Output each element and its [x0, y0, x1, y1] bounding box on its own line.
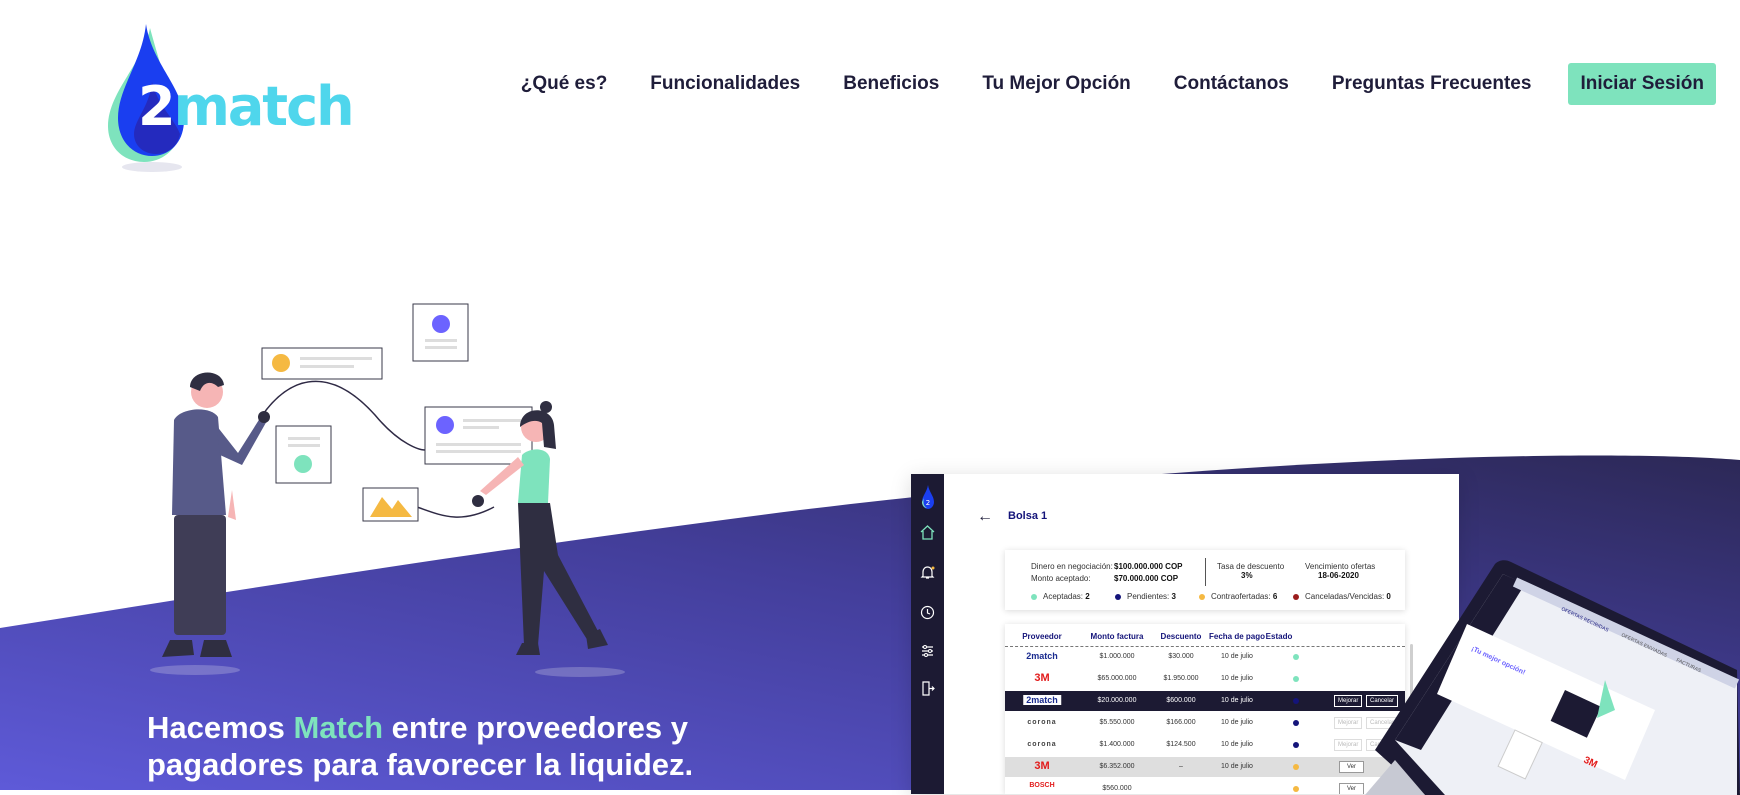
provider-logo: corona: [1027, 719, 1057, 726]
cell-discount: –: [1179, 763, 1183, 770]
view-button[interactable]: Ver: [1339, 783, 1365, 794]
table-row[interactable]: BOSCH $560.000 Ver: [1005, 779, 1405, 794]
cell-amount: $560.000: [1102, 785, 1132, 792]
status-dot: [1293, 676, 1299, 682]
provider-logo: 2match: [1023, 695, 1061, 705]
col-monto: Monto factura: [1090, 632, 1144, 641]
summary-divider: [1205, 558, 1206, 586]
cell-discount: $124.500: [1166, 741, 1196, 748]
invoices-table: Proveedor Monto factura Descuento Fecha …: [1005, 624, 1413, 794]
nav-link-funcionalidades[interactable]: Funcionalidades: [650, 73, 800, 95]
hero-line-2: pagadores para favorecer la liquidez.: [147, 747, 694, 782]
status-dot: [1293, 764, 1299, 770]
status-dot: [1293, 720, 1299, 726]
cell-date: 10 de julio: [1221, 719, 1253, 726]
provider-logo: 2match: [1026, 651, 1058, 661]
logout-icon: [922, 681, 935, 696]
accepted-value: $70.000.000 COP: [1114, 574, 1179, 583]
app-logo-icon: 2: [922, 485, 934, 509]
cell-amount: $1.000.000: [1099, 653, 1135, 660]
view-button[interactable]: Ver: [1339, 761, 1365, 773]
col-proveedor: Proveedor: [1022, 632, 1062, 641]
nav-link-preguntas-frecuentes[interactable]: Preguntas Frecuentes: [1332, 73, 1532, 95]
summary-card: Dinero en negociación: $100.000.000 COP …: [1005, 550, 1405, 610]
svg-text:2: 2: [926, 499, 930, 507]
cell-amount: $65.000.000: [1097, 675, 1137, 682]
status-dot: [1199, 593, 1205, 600]
cell-date: 10 de julio: [1221, 763, 1253, 770]
provider-logo: BOSCH: [1029, 782, 1055, 789]
table-row[interactable]: 3M $65.000.000 $1.950.000 10 de julio: [1005, 669, 1405, 689]
status-accepted: Aceptadas: 2: [1031, 592, 1090, 601]
hero-highlight-match: Match: [293, 710, 384, 745]
status-dot: [1293, 593, 1299, 600]
hero-headline: Hacemos Match entre proveedores y pagado…: [147, 709, 693, 783]
cell-discount: $30.000: [1168, 653, 1194, 660]
col-estado: Estado: [1265, 632, 1293, 641]
cell-date: 10 de julio: [1221, 697, 1253, 704]
laptop-mockup: OFERTAS RECIBIDAS OFERTAS ENVIADAS FACTU…: [1365, 560, 1740, 795]
improve-button[interactable]: Mejorar: [1334, 739, 1363, 751]
cell-discount: $1.950.000: [1163, 675, 1199, 682]
status-dot: [1293, 786, 1299, 792]
cell-discount: $166.000: [1166, 719, 1196, 726]
status-dot: [1293, 654, 1299, 660]
home-icon: [920, 525, 935, 540]
nav-link-contactanos[interactable]: Contáctanos: [1174, 73, 1289, 95]
expiry-value: 18-06-2020: [1318, 571, 1359, 580]
rate-value: 3%: [1241, 571, 1253, 580]
money-value: $100.000.000 COP: [1114, 562, 1183, 571]
provider-logo: 3M: [1034, 672, 1050, 684]
main-nav: ¿Qué es? Funcionalidades Beneficios Tu M…: [478, 63, 1716, 105]
improve-button[interactable]: Mejorar: [1334, 695, 1363, 707]
cell-amount: $20.000.000: [1097, 697, 1137, 704]
rate-label: Tasa de descuento: [1217, 562, 1285, 571]
table-header: Proveedor Monto factura Descuento Fecha …: [1005, 630, 1405, 647]
settings-sliders-icon: [922, 645, 933, 657]
history-icon: [920, 605, 935, 620]
provider-logo: corona: [1027, 741, 1057, 748]
cell-amount: $5.550.000: [1099, 719, 1135, 726]
nav-link-beneficios[interactable]: Beneficios: [843, 73, 939, 95]
improve-button[interactable]: Mejorar: [1334, 717, 1363, 729]
status-dot: [1293, 742, 1299, 748]
table-row[interactable]: corona $5.550.000 $166.000 10 de julio M…: [1005, 713, 1405, 733]
cell-amount: $6.352.000: [1099, 763, 1135, 770]
status-dot: [1293, 698, 1299, 704]
table-row[interactable]: 3M $6.352.000 – 10 de julio Ver: [1005, 757, 1405, 777]
table-row[interactable]: corona $1.400.000 $124.500 10 de julio M…: [1005, 735, 1405, 755]
brand-logo[interactable]: 2match: [104, 22, 355, 182]
mockup-title: Bolsa 1: [1008, 510, 1048, 522]
nav-link-tu-mejor-opcion[interactable]: Tu Mejor Opción: [982, 73, 1130, 95]
status-counteroffers: Contraofertadas: 6: [1199, 592, 1277, 601]
back-arrow-icon[interactable]: ←: [977, 508, 993, 526]
cell-amount: $1.400.000: [1099, 741, 1135, 748]
login-button[interactable]: Iniciar Sesión: [1568, 63, 1716, 105]
hero-illustration: [150, 303, 625, 677]
money-label: Dinero en negociación:: [1031, 562, 1113, 571]
accepted-label: Monto aceptado:: [1031, 574, 1091, 583]
provider-logo: 3M: [1034, 760, 1050, 772]
mockup-sidebar: 2: [911, 474, 944, 794]
nav-link-que-es[interactable]: ¿Qué es?: [521, 73, 608, 95]
table-row[interactable]: 2match $1.000.000 $30.000 10 de julio: [1005, 647, 1405, 667]
col-descuento: Descuento: [1160, 632, 1202, 641]
cell-date: 10 de julio: [1221, 741, 1253, 748]
status-pending: Pendientes: 3: [1115, 592, 1176, 601]
table-row-selected[interactable]: 2match $20.000.000 $600.000 10 de julio …: [1005, 691, 1405, 711]
cell-discount: $600.000: [1166, 697, 1196, 704]
hero-line-1: Hacemos Match entre proveedores y: [147, 710, 689, 745]
status-dot: [1115, 593, 1121, 600]
brand-wordmark: 2match: [138, 75, 355, 138]
status-dot: [1031, 593, 1037, 600]
bell-icon: [920, 566, 935, 579]
cell-date: 10 de julio: [1221, 653, 1253, 660]
cell-date: 10 de julio: [1221, 675, 1253, 682]
col-fecha: Fecha de pago: [1208, 632, 1266, 641]
